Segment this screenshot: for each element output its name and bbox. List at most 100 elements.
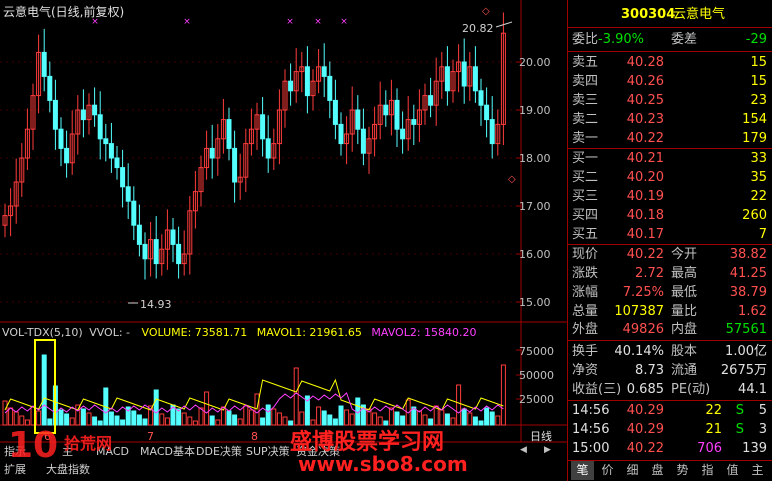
tab-scroll-right-icon[interactable]: ▶ xyxy=(544,445,551,455)
bid-row[interactable]: 买一 40.21 33 xyxy=(567,149,772,168)
bottom-tab[interactable]: 势 xyxy=(671,461,694,480)
tab-sup[interactable]: SUP决策 xyxy=(246,445,290,459)
stat-value: 38.82 xyxy=(729,247,767,262)
tick-row: 14:56 40.29 22 S 5 xyxy=(567,401,772,420)
bid-row[interactable]: 买五 40.17 7 xyxy=(567,225,772,244)
bid-volume: 35 xyxy=(750,170,767,185)
candle-body xyxy=(327,75,333,101)
volume-bar xyxy=(120,419,126,426)
ask-label: 卖二 xyxy=(572,112,599,127)
month-mark: 8 xyxy=(251,430,258,443)
bottom-tab[interactable]: 盘 xyxy=(646,461,669,480)
candle-body xyxy=(120,167,126,188)
bid-row[interactable]: 买四 40.18 260 xyxy=(567,206,772,225)
candle-body xyxy=(97,114,103,140)
kline-chart-panel[interactable]: 云意电气(日线,前复权) × × × × × ◇ ◇ 20.00 19.00 18.00 1… xyxy=(0,0,567,481)
volume-bar xyxy=(489,411,495,426)
ask-volume: 23 xyxy=(750,93,767,108)
tick-price: 40.29 xyxy=(626,422,664,437)
event-marker-icon[interactable]: × xyxy=(91,17,99,27)
tick-volume: 21 xyxy=(705,422,722,437)
bid-volume: 22 xyxy=(750,189,767,204)
chart-canvas[interactable]: × × × × × ◇ ◇ xyxy=(0,0,567,481)
candle-body xyxy=(209,147,215,159)
volume-bar xyxy=(265,404,271,426)
ask-row[interactable]: 卖四 40.26 15 xyxy=(567,72,772,91)
bid-label: 买五 xyxy=(572,227,599,242)
candle-body xyxy=(114,157,120,169)
event-marker-icon[interactable]: × xyxy=(286,17,294,27)
bid-price: 40.19 xyxy=(626,189,664,204)
price-axis-label: 16.00 xyxy=(519,248,551,261)
event-marker-icon[interactable]: × xyxy=(183,17,191,27)
candle-body xyxy=(400,128,406,140)
bid-row[interactable]: 买三 40.19 22 xyxy=(567,187,772,206)
tick-time: 14:56 xyxy=(572,422,610,437)
weibi-row: 委比 -3.90% 委差 -29 xyxy=(567,30,772,49)
ask-row[interactable]: 卖二 40.23 154 xyxy=(567,110,772,129)
volume-bar xyxy=(461,408,467,426)
bottom-tab[interactable]: 细 xyxy=(621,461,644,480)
bottom-tab[interactable]: 笔 xyxy=(571,461,594,480)
fund-label: PE(动) xyxy=(671,382,711,397)
stat-value: 1.62 xyxy=(738,304,767,319)
stat-value: 38.79 xyxy=(729,285,767,300)
stock-header: 300304 云意电气 xyxy=(567,5,772,24)
vol-volume: VOLUME: 73581.71 xyxy=(141,326,248,339)
candle-body xyxy=(332,99,338,125)
bid-volume: 260 xyxy=(742,208,767,223)
tick-row: 15:00 40.22 706 139 xyxy=(567,439,772,458)
ask-price: 40.25 xyxy=(626,93,664,108)
vol-indicator-name[interactable]: VOL-TDX(5,10) xyxy=(2,326,83,339)
candle-body xyxy=(41,51,47,77)
candle-body xyxy=(153,239,159,265)
stat-row: 涨跌 2.72 最高 41.25 xyxy=(567,264,772,283)
event-marker-icon[interactable]: × xyxy=(340,17,348,27)
bottom-tab[interactable]: 指 xyxy=(696,461,719,480)
volume-bar xyxy=(153,389,159,426)
weibi-value: -3.90% xyxy=(598,32,644,47)
ask-row[interactable]: 卖三 40.25 23 xyxy=(567,91,772,110)
tick-count: 5 xyxy=(758,403,767,418)
ask-row[interactable]: 卖五 40.28 15 xyxy=(567,53,772,72)
bottom-tab[interactable]: 价 xyxy=(596,461,619,480)
bid-price: 40.21 xyxy=(626,151,664,166)
bottom-tab[interactable]: 主 xyxy=(746,461,769,480)
candle-body xyxy=(232,147,238,183)
candle-body xyxy=(355,109,361,130)
candle-body xyxy=(80,109,86,121)
highlight-box xyxy=(34,339,56,434)
fund-row: 换手 40.14% 股本 1.00亿 xyxy=(567,342,772,361)
bid-row[interactable]: 买二 40.20 35 xyxy=(567,168,772,187)
candle-body xyxy=(304,66,310,97)
tab-macd-basic[interactable]: MACD基本 xyxy=(140,445,195,459)
tab-dde[interactable]: DDE决策 xyxy=(196,445,242,459)
ask-label: 卖一 xyxy=(572,131,599,146)
volume-bar xyxy=(209,415,215,426)
bid-label: 买二 xyxy=(572,170,599,185)
ask-price: 40.28 xyxy=(626,55,664,70)
fund-label: 收益(三) xyxy=(572,382,622,397)
event-marker-icon[interactable]: × xyxy=(314,17,322,27)
low-price-label: 14.93 xyxy=(140,298,172,311)
tab-scroll-left-icon[interactable]: ◀ xyxy=(520,445,527,455)
bottom-tab[interactable]: 值 xyxy=(721,461,744,480)
quote-panel: 300304 云意电气 委比 -3.90% 委差 -29 卖五 40.28 15 卖四… xyxy=(567,0,772,481)
price-axis-label: 15.00 xyxy=(519,296,551,309)
stat-label: 量比 xyxy=(671,304,698,319)
diamond-marker-icon: ◇ xyxy=(508,174,516,185)
divider xyxy=(567,27,772,28)
fund-label: 净资 xyxy=(572,363,599,378)
volume-bar xyxy=(131,410,137,426)
ask-row[interactable]: 卖一 40.22 179 xyxy=(567,129,772,148)
candle-body xyxy=(58,128,64,149)
watermark-left: 拾荒网 xyxy=(64,434,113,453)
volume-bar xyxy=(142,418,148,426)
volume-bar xyxy=(97,420,103,426)
tick-bs: S xyxy=(735,422,744,437)
volume-bar xyxy=(64,413,70,426)
volume-bar xyxy=(260,417,266,426)
period-label[interactable]: 日线 xyxy=(530,428,552,444)
candle-body xyxy=(64,147,70,164)
candle-body xyxy=(92,104,98,116)
